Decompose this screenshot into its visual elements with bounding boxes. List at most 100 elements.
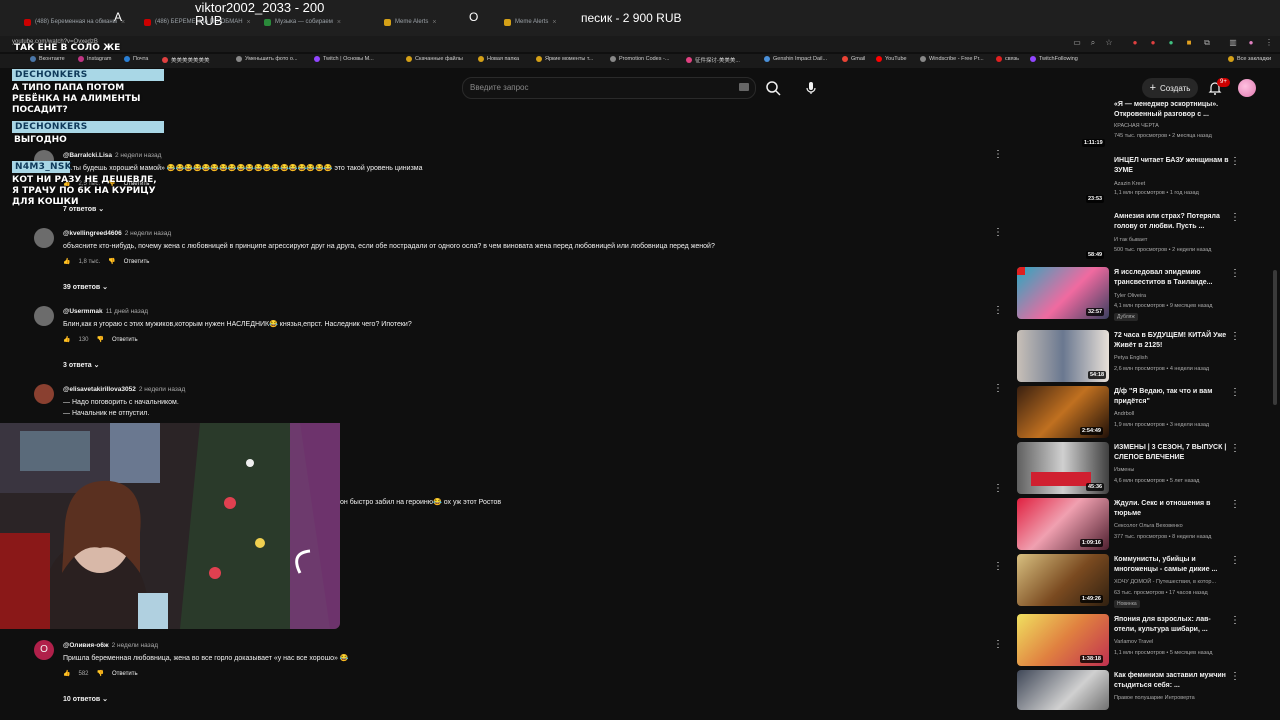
bookmark-item[interactable]: Genshin Impact Dail...: [764, 56, 827, 62]
profile-icon[interactable]: ●: [1246, 38, 1256, 48]
user-avatar[interactable]: [1238, 79, 1256, 97]
bookmark-item[interactable]: Windscribe - Free Pr...: [920, 56, 984, 62]
video-menu-icon[interactable]: ⋮: [1230, 211, 1240, 225]
video-title[interactable]: Д/ф "Я Ведаю, так что и вам придётся": [1114, 387, 1229, 407]
bookmark-item[interactable]: Уменьшить фото о...: [236, 56, 298, 62]
video-title[interactable]: ИНЦЕЛ читает БАЗУ женщинам в ЗУМЕ: [1114, 156, 1229, 176]
video-channel[interactable]: КРАСНАЯ ЧЕРТА: [1114, 122, 1239, 130]
extension-icon[interactable]: ●: [1166, 38, 1176, 48]
dislike-icon[interactable]: 👎: [108, 258, 115, 265]
keyboard-icon[interactable]: [739, 83, 749, 91]
create-button[interactable]: + Создать: [1142, 78, 1198, 98]
video-channel[interactable]: Andrboll: [1114, 410, 1239, 418]
video-menu-icon[interactable]: ⋮: [1230, 670, 1240, 684]
video-channel[interactable]: И так бывает: [1114, 236, 1239, 244]
video-channel[interactable]: Правое полушарие Интроверта: [1114, 694, 1239, 702]
video-channel[interactable]: Сексолог Ольга Веховенко: [1114, 522, 1239, 530]
bookmark-item[interactable]: Twitch | Основы М...: [314, 56, 374, 62]
sidebar-toggle-icon[interactable]: ▥: [1228, 38, 1238, 48]
comment-avatar[interactable]: [34, 228, 54, 248]
video-menu-icon[interactable]: ⋮: [1230, 267, 1240, 281]
bookmark-item[interactable]: Новая папка: [478, 56, 519, 62]
video-menu-icon[interactable]: ⋮: [1230, 330, 1240, 344]
replies-toggle[interactable]: 10 ответов ⌄: [63, 695, 108, 703]
video-channel[interactable]: Tyler Oliveira: [1114, 292, 1239, 300]
bookmark-item[interactable]: Gmail: [842, 56, 865, 62]
bookmark-item[interactable]: связь: [996, 56, 1019, 62]
bookmark-item[interactable]: YouTube: [876, 56, 907, 62]
extension-icon[interactable]: ●: [1148, 38, 1158, 48]
video-channel[interactable]: Измены: [1114, 466, 1239, 474]
extensions-puzzle-icon[interactable]: ⧉: [1202, 38, 1212, 48]
browser-tab[interactable]: Meme Alerts ×: [384, 12, 436, 32]
extension-icon[interactable]: ●: [1130, 38, 1140, 48]
video-menu-icon[interactable]: ⋮: [1230, 155, 1240, 169]
sidebar-scrollbar[interactable]: [1273, 270, 1277, 405]
video-menu-icon[interactable]: ⋮: [1230, 498, 1240, 512]
replies-toggle[interactable]: 39 ответов ⌄: [63, 283, 108, 291]
video-thumbnail[interactable]: [1017, 670, 1109, 710]
browser-tab[interactable]: Meme Alerts ×: [504, 12, 556, 32]
bookmark-item[interactable]: Instagram: [78, 56, 111, 62]
close-icon[interactable]: ×: [552, 19, 556, 26]
video-channel[interactable]: ХОЧУ ДОМОЙ - Путешествия, в котор...: [1114, 578, 1239, 586]
bookmark-item[interactable]: 征件探讨-美美美...: [686, 56, 740, 64]
zoom-icon[interactable]: ⌕: [1088, 38, 1098, 48]
comment-avatar[interactable]: [34, 384, 54, 404]
bookmark-item[interactable]: Яркие моменты т...: [536, 56, 593, 62]
reply-button[interactable]: Ответить: [124, 259, 150, 265]
video-title[interactable]: Я исследовал эпидемию трансвеститов в Та…: [1114, 268, 1229, 288]
bookmark-item[interactable]: Promotion Codes -...: [610, 56, 669, 62]
video-channel[interactable]: Azazin Kreet: [1114, 180, 1239, 188]
comment-author[interactable]: @kvellingreed4606 2 недели назад: [63, 230, 171, 237]
comment-author[interactable]: @Usermmak 11 дней назад: [63, 308, 148, 315]
video-title[interactable]: Коммунисты, убийцы и многоженцы - самые …: [1114, 555, 1229, 575]
extension-icon[interactable]: ■: [1184, 38, 1194, 48]
like-icon[interactable]: 👍: [63, 670, 70, 677]
search-input[interactable]: [470, 82, 700, 93]
video-title[interactable]: Ждули. Секс и отношения в тюрьме: [1114, 499, 1229, 519]
search-button[interactable]: [762, 77, 784, 99]
video-title[interactable]: «Я — менеджер эскортницы». Откровенный р…: [1114, 100, 1229, 120]
comment-author[interactable]: @Оливия-о6ж 2 недели назад: [63, 642, 158, 649]
comment-menu-icon[interactable]: ⋮: [993, 382, 1003, 396]
reply-button[interactable]: Ответить: [112, 671, 138, 677]
bookmark-star-icon[interactable]: ☆: [1104, 38, 1114, 48]
replies-toggle[interactable]: 3 ответа ⌄: [63, 361, 100, 369]
comment-menu-icon[interactable]: ⋮: [993, 482, 1003, 496]
video-title[interactable]: Амнезия или страх? Потеряла голову от лю…: [1114, 212, 1229, 232]
video-menu-icon[interactable]: ⋮: [1230, 386, 1240, 400]
menu-icon[interactable]: ⋮: [1264, 38, 1274, 48]
install-icon[interactable]: ▭: [1072, 38, 1082, 48]
video-title[interactable]: Япония для взрослых: лав-отели, культура…: [1114, 615, 1229, 635]
like-icon[interactable]: 👍: [63, 258, 70, 265]
video-title[interactable]: Как феминизм заставил мужчин стыдиться с…: [1114, 671, 1229, 691]
voice-search-button[interactable]: [802, 79, 820, 97]
all-bookmarks[interactable]: Все закладки: [1228, 56, 1271, 62]
close-icon[interactable]: ×: [432, 19, 436, 26]
comment-avatar[interactable]: О: [34, 640, 54, 660]
comment-menu-icon[interactable]: ⋮: [993, 560, 1003, 574]
comment-author[interactable]: @elisavetakirillova3052 2 недели назад: [63, 386, 185, 393]
bookmark-item[interactable]: 美美美美美美美: [162, 56, 210, 64]
video-title[interactable]: 72 часа в БУДУЩЕМ! КИТАЙ Уже Живёт в 212…: [1114, 331, 1229, 351]
video-title[interactable]: ИЗМЕНЫ | 3 СЕЗОН, 7 ВЫПУСК | СЛЕПОЕ ВЛЕЧ…: [1114, 443, 1229, 463]
like-icon[interactable]: 👍: [63, 336, 70, 343]
bookmark-item[interactable]: Почта: [124, 56, 148, 62]
reply-button[interactable]: Ответить: [112, 337, 138, 343]
video-menu-icon[interactable]: ⋮: [1230, 442, 1240, 456]
comment-avatar[interactable]: [34, 306, 54, 326]
dislike-icon[interactable]: 👎: [97, 336, 104, 343]
dislike-icon[interactable]: 👎: [97, 670, 104, 677]
video-channel[interactable]: Petya English: [1114, 354, 1239, 362]
video-menu-icon[interactable]: ⋮: [1230, 554, 1240, 568]
comment-menu-icon[interactable]: ⋮: [993, 148, 1003, 162]
comment-menu-icon[interactable]: ⋮: [993, 304, 1003, 318]
comment-author[interactable]: @Barralcki.Lisa 2 недели назад: [63, 152, 161, 159]
bookmark-item[interactable]: Вконтакте: [30, 56, 65, 62]
video-channel[interactable]: Varlamov Travel: [1114, 638, 1239, 646]
browser-tab[interactable]: (488) Беременная на обманы ×: [24, 12, 125, 32]
comment-menu-icon[interactable]: ⋮: [993, 638, 1003, 652]
bookmark-item[interactable]: TwitchFollowing: [1030, 56, 1078, 62]
video-menu-icon[interactable]: ⋮: [1230, 614, 1240, 628]
